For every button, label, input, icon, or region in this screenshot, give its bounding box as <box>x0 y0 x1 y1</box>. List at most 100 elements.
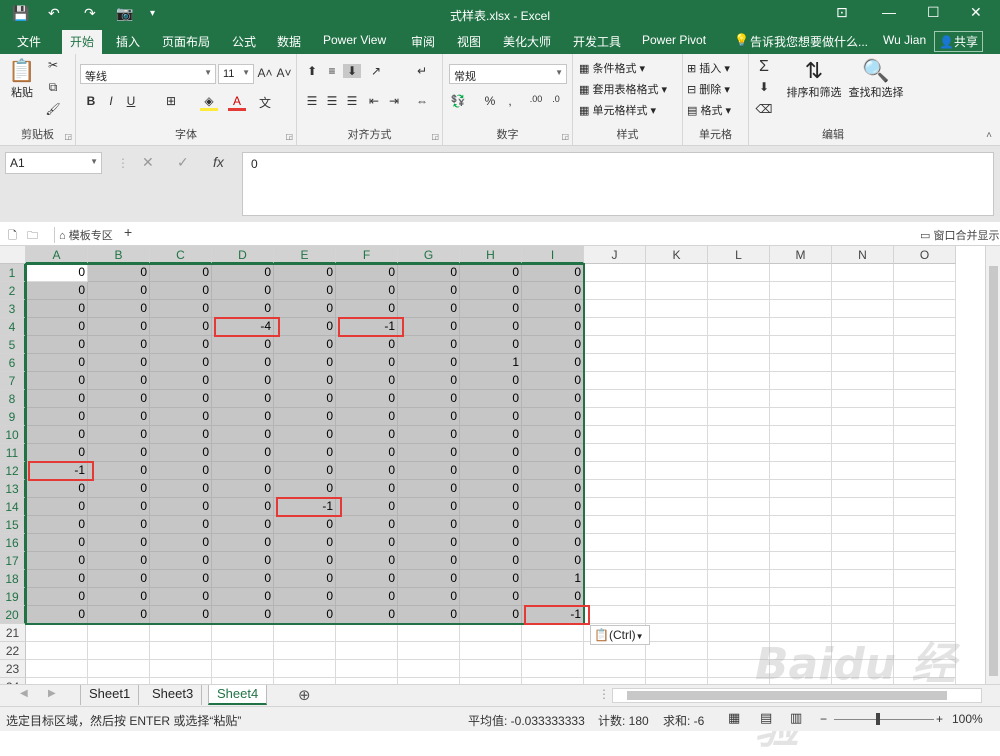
cell-i1[interactable]: 0 <box>522 264 584 282</box>
cell-c21[interactable] <box>150 624 212 642</box>
cell-o7[interactable] <box>894 372 956 390</box>
cell-g6[interactable]: 0 <box>398 354 460 372</box>
new-file-icon[interactable]: 🗋 <box>8 227 17 246</box>
cell-j10[interactable] <box>584 426 646 444</box>
cell-l15[interactable] <box>708 516 770 534</box>
cut-icon[interactable]: ✂ <box>44 58 62 72</box>
cell-g18[interactable]: 0 <box>398 570 460 588</box>
page-layout-view-icon[interactable]: ▤ <box>760 710 772 726</box>
cell-g11[interactable]: 0 <box>398 444 460 462</box>
cell-e12[interactable]: 0 <box>274 462 336 480</box>
row-header-14[interactable]: 14 <box>0 498 26 516</box>
row-header-15[interactable]: 15 <box>0 516 26 534</box>
cell-o21[interactable] <box>894 624 956 642</box>
cell-l19[interactable] <box>708 588 770 606</box>
cell-f10[interactable]: 0 <box>336 426 398 444</box>
cell-k16[interactable] <box>646 534 708 552</box>
cell-h1[interactable]: 0 <box>460 264 522 282</box>
find-select-button[interactable]: 🔍 查找和选择 <box>845 58 907 100</box>
cell-f16[interactable]: 0 <box>336 534 398 552</box>
cell-n16[interactable] <box>832 534 894 552</box>
cell-m22[interactable] <box>770 642 832 660</box>
column-header-h[interactable]: H <box>460 246 522 264</box>
cell-a21[interactable] <box>26 624 88 642</box>
tab-meihua[interactable]: 美化大师 <box>503 33 551 50</box>
row-header-20[interactable]: 20 <box>0 606 26 624</box>
cell-n23[interactable] <box>832 660 894 678</box>
scroll-left-icon[interactable]: ◀ <box>20 688 28 699</box>
cell-f2[interactable]: 0 <box>336 282 398 300</box>
cell-f13[interactable]: 0 <box>336 480 398 498</box>
row-header-16[interactable]: 16 <box>0 534 26 552</box>
cell-h20[interactable]: 0 <box>460 606 522 624</box>
row-header-22[interactable]: 22 <box>0 642 26 660</box>
cell-o8[interactable] <box>894 390 956 408</box>
cell-k9[interactable] <box>646 408 708 426</box>
cell-a3[interactable]: 0 <box>26 300 88 318</box>
cell-m16[interactable] <box>770 534 832 552</box>
cell-f20[interactable]: 0 <box>336 606 398 624</box>
align-right-icon[interactable]: ☰ <box>343 94 361 108</box>
cell-k6[interactable] <box>646 354 708 372</box>
cell-g8[interactable]: 0 <box>398 390 460 408</box>
cell-j19[interactable] <box>584 588 646 606</box>
cell-b2[interactable]: 0 <box>88 282 150 300</box>
tab-power-view[interactable]: Power View <box>323 33 386 47</box>
cell-c6[interactable]: 0 <box>150 354 212 372</box>
cell-i10[interactable]: 0 <box>522 426 584 444</box>
cell-e16[interactable]: 0 <box>274 534 336 552</box>
user-name[interactable]: Wu Jian <box>883 33 926 47</box>
cell-h16[interactable]: 0 <box>460 534 522 552</box>
row-header-5[interactable]: 5 <box>0 336 26 354</box>
cell-l11[interactable] <box>708 444 770 462</box>
cell-j18[interactable] <box>584 570 646 588</box>
cell-j9[interactable] <box>584 408 646 426</box>
cell-h7[interactable]: 0 <box>460 372 522 390</box>
sheet-tab-sheet1[interactable]: Sheet1 <box>80 685 140 705</box>
cell-b6[interactable]: 0 <box>88 354 150 372</box>
cell-e8[interactable]: 0 <box>274 390 336 408</box>
cell-k4[interactable] <box>646 318 708 336</box>
cell-f7[interactable]: 0 <box>336 372 398 390</box>
cell-j6[interactable] <box>584 354 646 372</box>
cell-n19[interactable] <box>832 588 894 606</box>
tab-template-zone[interactable]: ⌂ 模板专区 <box>54 227 113 243</box>
cell-o5[interactable] <box>894 336 956 354</box>
cell-c3[interactable]: 0 <box>150 300 212 318</box>
tab-insert[interactable]: 插入 <box>116 33 140 50</box>
cell-m4[interactable] <box>770 318 832 336</box>
cell-g5[interactable]: 0 <box>398 336 460 354</box>
cell-k20[interactable] <box>646 606 708 624</box>
cell-c15[interactable]: 0 <box>150 516 212 534</box>
cell-n4[interactable] <box>832 318 894 336</box>
cell-k22[interactable] <box>646 642 708 660</box>
tab-data[interactable]: 数据 <box>277 33 301 50</box>
cell-m18[interactable] <box>770 570 832 588</box>
column-header-n[interactable]: N <box>832 246 894 264</box>
cell-c2[interactable]: 0 <box>150 282 212 300</box>
cell-i11[interactable]: 0 <box>522 444 584 462</box>
fill-icon[interactable]: ⬇ <box>755 80 773 94</box>
dialog-launcher-icon[interactable]: ◲ <box>64 132 72 141</box>
cell-l3[interactable] <box>708 300 770 318</box>
cell-c14[interactable]: 0 <box>150 498 212 516</box>
column-header-l[interactable]: L <box>708 246 770 264</box>
normal-view-icon[interactable]: ▦ <box>728 710 740 726</box>
delete-cells-button[interactable]: ⊟ 删除 ▾ <box>687 81 730 97</box>
column-header-b[interactable]: B <box>88 246 150 264</box>
column-header-j[interactable]: J <box>584 246 646 264</box>
cell-a1[interactable]: 0 <box>26 264 88 282</box>
row-header-6[interactable]: 6 <box>0 354 26 372</box>
cell-b1[interactable]: 0 <box>88 264 150 282</box>
cell-i12[interactable]: 0 <box>522 462 584 480</box>
cell-k17[interactable] <box>646 552 708 570</box>
bold-button[interactable]: B <box>82 94 100 108</box>
cell-g9[interactable]: 0 <box>398 408 460 426</box>
cell-g19[interactable]: 0 <box>398 588 460 606</box>
cell-d7[interactable]: 0 <box>212 372 274 390</box>
align-left-icon[interactable]: ☰ <box>303 94 321 108</box>
cell-m7[interactable] <box>770 372 832 390</box>
cell-j8[interactable] <box>584 390 646 408</box>
cell-e10[interactable]: 0 <box>274 426 336 444</box>
cell-j4[interactable] <box>584 318 646 336</box>
